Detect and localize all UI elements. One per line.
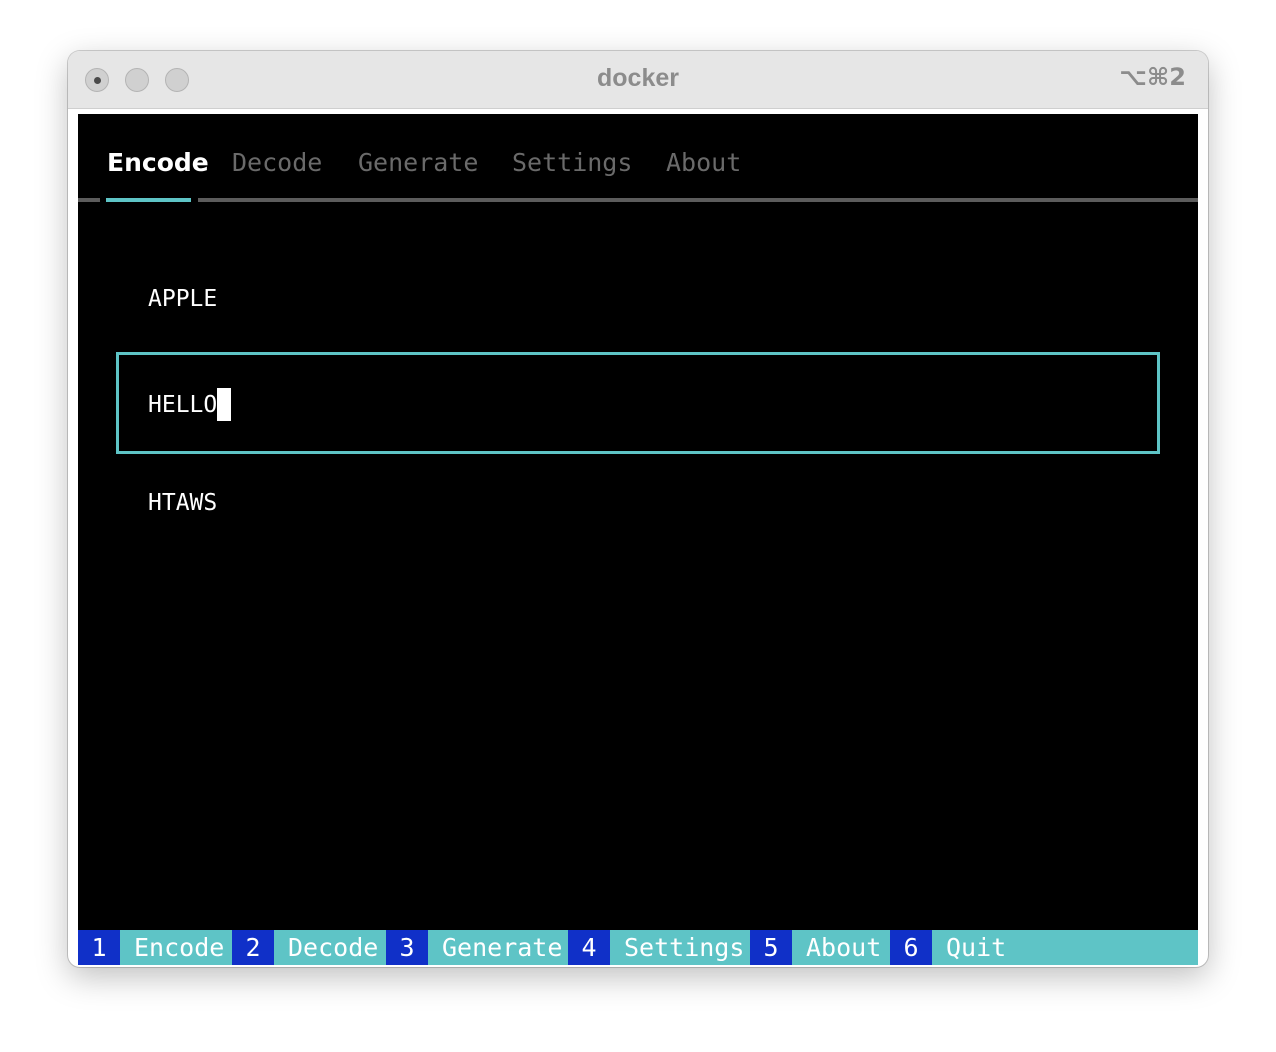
encode-top-text: APPLE bbox=[148, 286, 218, 312]
footer-key-2[interactable]: 2 bbox=[232, 930, 274, 965]
tab-decode[interactable]: Decode bbox=[232, 148, 322, 177]
terminal-window: docker ⌥⌘2 Encode Decode Generate Settin… bbox=[68, 51, 1208, 967]
footer-label-quit[interactable]: Quit bbox=[946, 930, 1006, 965]
tab-rule-left bbox=[78, 198, 100, 202]
tab-underline-active bbox=[106, 198, 191, 202]
footer-label-encode[interactable]: Encode bbox=[134, 930, 224, 965]
tab-settings[interactable]: Settings bbox=[512, 148, 632, 177]
footer-key-4[interactable]: 4 bbox=[568, 930, 610, 965]
window-title: docker bbox=[597, 64, 679, 92]
text-cursor bbox=[217, 388, 232, 421]
footer-label-generate[interactable]: Generate bbox=[442, 930, 562, 965]
title-bar: docker ⌥⌘2 bbox=[68, 51, 1208, 109]
footer-label-settings[interactable]: Settings bbox=[624, 930, 744, 965]
encode-input-value: HELLO bbox=[148, 391, 218, 418]
footer-key-3[interactable]: 3 bbox=[386, 930, 428, 965]
footer-key-1[interactable]: 1 bbox=[78, 930, 120, 965]
encode-bottom-text: HTAWS bbox=[148, 490, 218, 516]
window-shortcut: ⌥⌘2 bbox=[1119, 63, 1186, 91]
tab-about[interactable]: About bbox=[666, 148, 741, 177]
encode-input-field[interactable]: HELLO bbox=[116, 352, 1160, 454]
footer-label-decode[interactable]: Decode bbox=[288, 930, 378, 965]
tab-generate[interactable]: Generate bbox=[358, 148, 478, 177]
footer-key-5[interactable]: 5 bbox=[750, 930, 792, 965]
footer-bar: 1 Encode 2 Decode 3 Generate 4 Settings … bbox=[78, 930, 1198, 965]
encode-input-content: HELLO bbox=[148, 388, 232, 421]
tab-rule-right bbox=[198, 198, 1198, 202]
footer-key-6[interactable]: 6 bbox=[890, 930, 932, 965]
tab-encode[interactable]: Encode bbox=[107, 148, 209, 177]
terminal-screen: Encode Decode Generate Settings About AP… bbox=[78, 114, 1198, 965]
footer-label-about[interactable]: About bbox=[806, 930, 881, 965]
